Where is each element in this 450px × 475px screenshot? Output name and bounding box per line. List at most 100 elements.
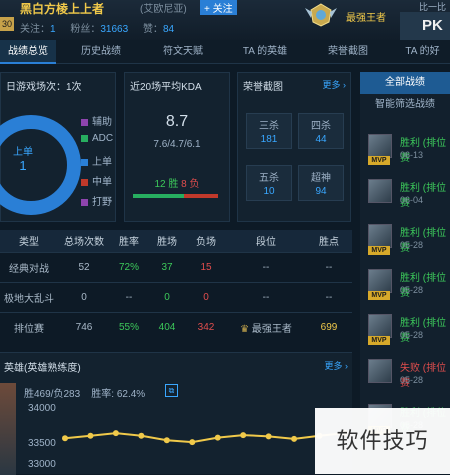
penta-kill-box: 五杀 10 [246,165,292,201]
match-date: 05-28 [400,375,424,385]
win-fill [133,194,184,198]
proficiency-point [265,433,272,440]
row-type: 排位赛 [0,311,58,342]
y-tick-top: 34000 [28,403,56,414]
smart-filter-tab[interactable]: 智能筛选战绩 [360,94,450,116]
champion-avatar [368,359,392,383]
likes-label: 赞： [142,24,163,35]
row-type: 经典对战 [0,251,58,282]
col-rate: 胜率 [110,230,148,252]
kda-record: 12 胜 8 负 [125,175,229,190]
y-tick-mid: 33500 [28,438,56,449]
tab-bar: 战绩总览 历史战绩 符文天赋 TA 的英雄 荣誉截图 TA 的好 [0,40,450,64]
tab-friends[interactable]: TA 的好 [395,40,450,64]
win-loss-bar [133,194,218,198]
server-name: (艾欧尼亚) [140,4,187,15]
col-points: 胜点 [306,230,352,252]
level-badge: 30 [0,17,14,31]
match-item[interactable]: MVP胜利 (排位赛05-28 [360,222,450,264]
legend-jungle: 打野 [81,193,112,208]
table-row[interactable]: 经典对战 52 72% 37 15 -- -- [0,251,352,282]
hero-wl: 胜469/负283 [24,389,81,400]
mvp-badge: MVP [368,156,390,165]
row-tier: ♛ 最强王者 [226,311,306,342]
match-item[interactable]: MVP胜利 (排位赛05-28 [360,267,450,309]
rank-emblem-icon [305,3,337,27]
all-matches-tab[interactable]: 全部战绩 [360,72,450,94]
row-win: 37 [148,251,186,282]
honor-more-link[interactable]: 更多 › [322,78,346,91]
kda-wins: 12 胜 [154,179,179,190]
copy-icon[interactable]: ⧉ [165,384,178,397]
row-points: -- [306,281,352,312]
honor-panel: 荣誉截图 更多 › 三杀 181 四杀 44 五杀 10 超神 94 [237,72,351,222]
row-total: 52 [58,251,110,282]
proficiency-line-chart [62,430,348,446]
pk-button[interactable]: PK [400,12,450,40]
proficiency-point [112,430,119,437]
proficiency-point [138,432,145,439]
match-item[interactable]: 失败 (排位赛 05-28 [360,357,450,399]
proficiency-point [163,437,170,444]
legend-top: 上单 [81,153,112,168]
row-points: 699 [306,311,352,342]
triple-kill-box: 三杀 181 [246,113,292,149]
row-lose: 342 [186,311,226,342]
match-type-table: 类型 总场次数 胜率 胜场 负场 段位 胜点 经典对战 52 72% 37 15… [0,230,352,342]
row-lose: 15 [186,251,226,282]
kda-breakdown: 7.6/4.7/6.1 [153,139,201,150]
donut-center-value: 1 [19,158,27,173]
proficiency-point [189,439,196,446]
col-tier: 段位 [226,230,306,252]
proficiency-point [240,432,247,439]
match-item[interactable]: MVP 胜利 (排位赛 06-13 [360,132,450,174]
tab-history[interactable]: 历史战绩 [70,40,132,64]
row-tier-text: 最强王者 [251,323,292,335]
match-date: 05-28 [400,240,424,250]
table-row[interactable]: 极地大乱斗 0 -- 0 0 -- -- [0,281,352,312]
match-item[interactable]: MVP胜利 (排位赛05-28 [360,312,450,354]
profile-header: 30 黑白方棱上上者 (艾欧尼亚) + 关注 关注：1 粉丝：31663 赞：8… [0,0,450,40]
champion-avatar [368,179,392,203]
row-win: 0 [148,281,186,312]
match-date: 06-04 [400,195,424,205]
col-type: 类型 [0,230,58,252]
follow-button[interactable]: + 关注 [200,0,237,15]
match-item[interactable]: 胜利 (排位赛 06-04 [360,177,450,219]
table-header-row: 类型 总场次数 胜率 胜场 负场 段位 胜点 [0,230,352,252]
hero-more-link[interactable]: 更多 › [324,359,348,372]
row-type: 极地大乱斗 [0,281,58,312]
rank-text: 最强王者 [346,13,386,24]
row-lose: 0 [186,281,226,312]
followers-count: 1 [50,24,56,35]
row-points: -- [306,251,352,282]
likes-count: 84 [162,24,175,35]
proficiency-point [291,435,298,442]
hero-summary: 胜469/负283 胜率: 62.4% [24,385,145,400]
row-total: 0 [58,281,110,312]
proficiency-point [214,434,221,441]
tab-overview[interactable]: 战绩总览 [0,40,56,64]
kda-losses: 8 负 [181,179,200,190]
col-total: 总场次数 [58,230,110,252]
donut-center: 上单 1 [12,143,34,173]
quadra-kill-box: 四杀 44 [298,113,344,149]
hero-title: 英雄(英雄熟练度) [4,363,81,374]
champion-avatar [368,224,392,248]
match-date: 06-13 [400,150,424,160]
tab-heroes[interactable]: TA 的英雄 [230,40,300,64]
table-row[interactable]: 排位赛 746 55% 404 342 ♛ 最强王者 699 [0,311,352,342]
match-date: 05-28 [400,330,424,340]
tab-honor[interactable]: 荣誉截图 [315,40,381,64]
fans-count: 31663 [100,24,129,35]
donut-center-label: 上单 [13,147,33,158]
col-lose: 负场 [186,230,226,252]
watermark-text: 软件技巧 [315,408,450,474]
legend-mid: 中单 [81,173,112,188]
legend-support: 辅助 [81,113,112,128]
mvp-badge: MVP [368,336,390,345]
y-tick-bottom: 33000 [28,459,56,470]
proficiency-line [64,432,346,444]
tab-runes[interactable]: 符文天赋 [150,40,216,64]
hero-avatar-strip[interactable] [0,383,16,475]
